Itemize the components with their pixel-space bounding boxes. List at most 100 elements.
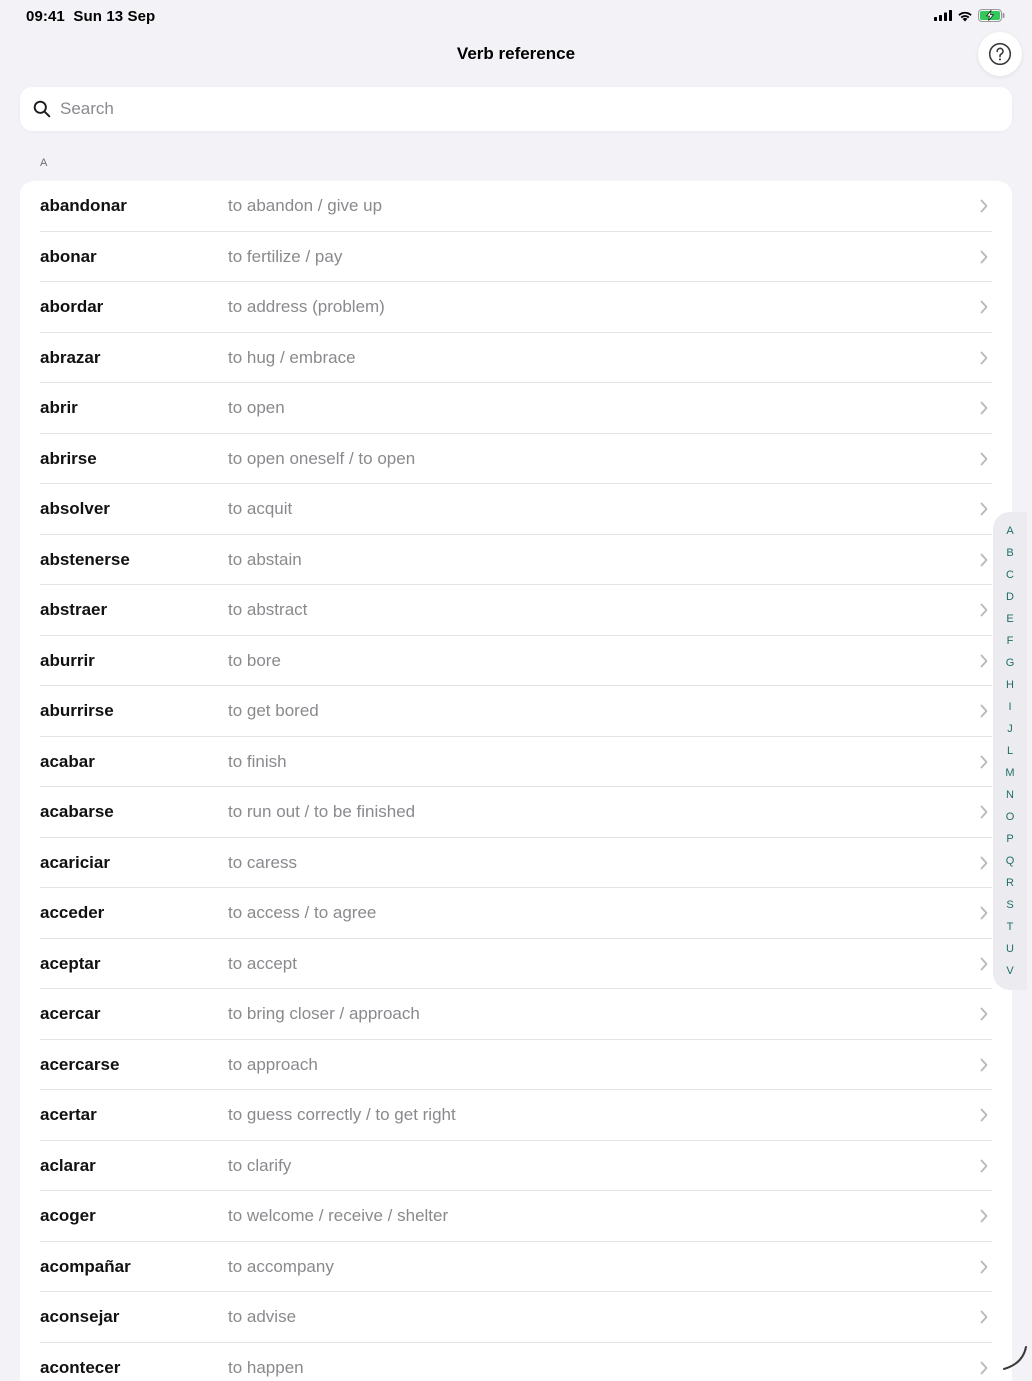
verb-meaning: to abandon / give up: [228, 196, 382, 216]
verb-row[interactable]: abordarto address (problem): [20, 282, 1012, 333]
verb-label: acceder: [40, 903, 104, 923]
chevron-right-icon: [980, 1361, 988, 1375]
verb-list: abandonarto abandon / give up abonar to fe…: [20, 181, 1012, 1381]
verb-row[interactable]: acontecer to happen: [20, 1343, 1012, 1381]
verb-row[interactable]: abonar to fertilize / pay: [20, 232, 1012, 283]
verb-row[interactable]: acoger to welcome / receive / shelter: [20, 1191, 1012, 1242]
chevron-right-icon: [980, 1209, 988, 1223]
verb-meaning: to fertilize / pay: [228, 247, 342, 267]
help-button[interactable]: [978, 32, 1022, 76]
index-letter[interactable]: S: [993, 898, 1027, 912]
wifi-icon: [957, 10, 973, 22]
index-letter[interactable]: Q: [993, 854, 1027, 868]
index-letter[interactable]: G: [993, 656, 1027, 670]
chevron-right-icon: [980, 654, 988, 668]
verb-row[interactable]: aburrirto bore: [20, 636, 1012, 687]
search-input[interactable]: [60, 99, 960, 119]
verb-row[interactable]: acabarse to run out / to be finished: [20, 787, 1012, 838]
verb-label: aburrirse: [40, 701, 114, 721]
index-letter[interactable]: U: [993, 942, 1027, 956]
verb-label: aclarar: [40, 1156, 96, 1176]
verb-row[interactable]: acabarto finish: [20, 737, 1012, 788]
verb-row[interactable]: abrazar to hug / embrace: [20, 333, 1012, 384]
index-letter[interactable]: V: [993, 964, 1027, 978]
chevron-right-icon: [980, 755, 988, 769]
verb-label: abonar: [40, 247, 97, 267]
verb-meaning: to address (problem): [228, 297, 385, 317]
verb-meaning: to finish: [228, 752, 287, 772]
verb-meaning: to guess correctly / to get right: [228, 1105, 456, 1125]
status-bar: 09:41 Sun 13 Sep: [0, 0, 1032, 32]
index-letter[interactable]: F: [993, 634, 1027, 648]
verb-row[interactable]: acariciarto caress: [20, 838, 1012, 889]
chevron-right-icon: [980, 805, 988, 819]
verb-row[interactable]: aclararto clarify: [20, 1141, 1012, 1192]
chevron-right-icon: [980, 1260, 988, 1274]
verb-row[interactable]: abstenerseto abstain: [20, 535, 1012, 586]
index-letter[interactable]: D: [993, 590, 1027, 604]
index-letter[interactable]: L: [993, 744, 1027, 758]
chevron-right-icon: [980, 502, 988, 516]
verb-meaning: to get bored: [228, 701, 319, 721]
verb-label: acertar: [40, 1105, 97, 1125]
verb-meaning: to abstain: [228, 550, 302, 570]
verb-meaning: to advise: [228, 1307, 296, 1327]
index-letter[interactable]: N: [993, 788, 1027, 802]
chevron-right-icon: [980, 1058, 988, 1072]
verb-meaning: to happen: [228, 1358, 304, 1378]
verb-meaning: to accompany: [228, 1257, 334, 1277]
index-letter[interactable]: I: [993, 700, 1027, 714]
verb-label: abrazar: [40, 348, 100, 368]
verb-meaning: to open: [228, 398, 285, 418]
chevron-right-icon: [980, 906, 988, 920]
verb-meaning: to acquit: [228, 499, 292, 519]
chevron-right-icon: [980, 553, 988, 567]
verb-meaning: to run out / to be finished: [228, 802, 415, 822]
status-date: Sun 13 Sep: [73, 8, 155, 25]
verb-row[interactable]: aburrirse to get bored: [20, 686, 1012, 737]
chevron-right-icon: [980, 1108, 988, 1122]
chevron-right-icon: [980, 351, 988, 365]
chevron-right-icon: [980, 452, 988, 466]
verb-label: abstraer: [40, 600, 107, 620]
index-letter[interactable]: A: [993, 524, 1027, 538]
verb-row[interactable]: abrirto open: [20, 383, 1012, 434]
index-letter[interactable]: C: [993, 568, 1027, 582]
index-letter[interactable]: T: [993, 920, 1027, 934]
verb-meaning: to hug / embrace: [228, 348, 356, 368]
index-letter[interactable]: O: [993, 810, 1027, 824]
status-time-clock: 09:41: [26, 8, 65, 25]
verb-row[interactable]: abstraerto abstract: [20, 585, 1012, 636]
verb-label: absolver: [40, 499, 110, 519]
chevron-right-icon: [980, 603, 988, 617]
verb-label: acabarse: [40, 802, 114, 822]
verb-label: aceptar: [40, 954, 100, 974]
index-letter[interactable]: H: [993, 678, 1027, 692]
index-letter[interactable]: J: [993, 722, 1027, 736]
verb-label: acontecer: [40, 1358, 120, 1378]
verb-row[interactable]: acercarto bring closer / approach: [20, 989, 1012, 1040]
verb-row[interactable]: aconsejarto advise: [20, 1292, 1012, 1343]
verb-label: acoger: [40, 1206, 96, 1226]
verb-row[interactable]: absolver to acquit: [20, 484, 1012, 535]
verb-row[interactable]: abandonarto abandon / give up: [20, 181, 1012, 232]
search-bar[interactable]: [20, 87, 1012, 131]
magnifying-glass-icon: [33, 100, 51, 118]
index-letter[interactable]: P: [993, 832, 1027, 846]
verb-meaning: to caress: [228, 853, 297, 873]
index-letter[interactable]: M: [993, 766, 1027, 780]
index-letter[interactable]: B: [993, 546, 1027, 560]
verb-label: acercarse: [40, 1055, 119, 1075]
verb-row[interactable]: aceptarto accept: [20, 939, 1012, 990]
index-letter[interactable]: R: [993, 876, 1027, 890]
cellular-signal-icon: [934, 10, 952, 21]
verb-meaning: to welcome / receive / shelter: [228, 1206, 448, 1226]
verb-row[interactable]: acompañarto accompany: [20, 1242, 1012, 1293]
verb-row[interactable]: abrirseto open oneself / to open: [20, 434, 1012, 485]
index-letter[interactable]: E: [993, 612, 1027, 626]
chevron-right-icon: [980, 250, 988, 264]
verb-row[interactable]: acercarseto approach: [20, 1040, 1012, 1091]
verb-meaning: to open oneself / to open: [228, 449, 415, 469]
verb-row[interactable]: acertar to guess correctly / to get right: [20, 1090, 1012, 1141]
verb-row[interactable]: accederto access / to agree: [20, 888, 1012, 939]
